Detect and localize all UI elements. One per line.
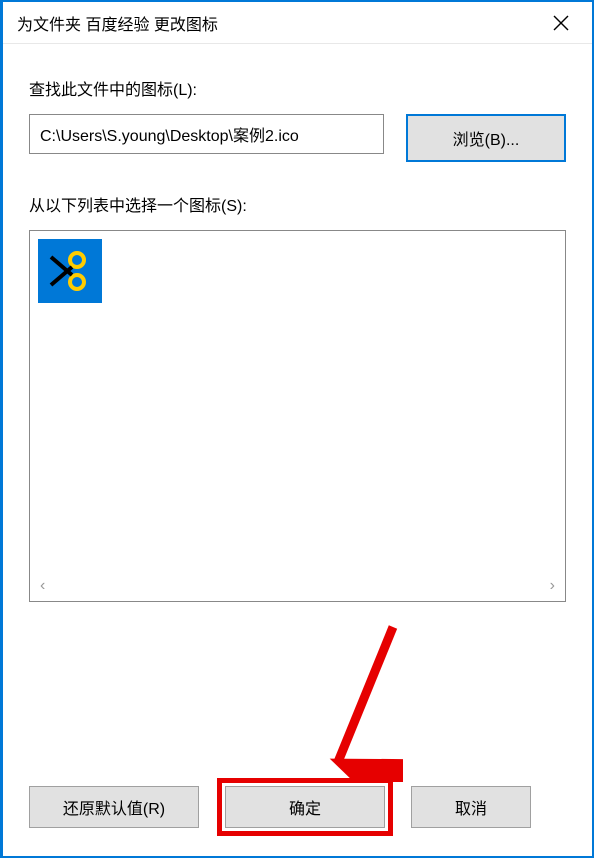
window-title: 为文件夹 百度经验 更改图标 xyxy=(17,11,538,35)
scroll-left-icon[interactable]: ‹ xyxy=(40,577,45,595)
scissors-icon xyxy=(46,247,94,295)
close-icon xyxy=(553,15,569,31)
icon-path-input[interactable] xyxy=(29,114,384,154)
titlebar: 为文件夹 百度经验 更改图标 xyxy=(3,2,592,44)
select-label: 从以下列表中选择一个图标(S): xyxy=(29,192,566,216)
ok-button[interactable]: 确定 xyxy=(225,786,385,828)
restore-defaults-button[interactable]: 还原默认值(R) xyxy=(29,786,199,828)
icon-item-scissors[interactable] xyxy=(38,239,102,303)
cancel-button[interactable]: 取消 xyxy=(411,786,531,828)
browse-button[interactable]: 浏览(B)... xyxy=(406,114,566,162)
lookup-label: 查找此文件中的图标(L): xyxy=(29,76,566,100)
scroll-right-icon[interactable]: › xyxy=(550,577,555,595)
icon-list[interactable]: ‹ › xyxy=(29,230,566,602)
close-button[interactable] xyxy=(538,2,584,44)
button-bar: 还原默认值(R) 确定 取消 xyxy=(3,778,592,856)
ok-button-highlight: 确定 xyxy=(217,778,393,836)
dialog-content: 查找此文件中的图标(L): 浏览(B)... 从以下列表中选择一个图标(S): … xyxy=(3,44,592,778)
